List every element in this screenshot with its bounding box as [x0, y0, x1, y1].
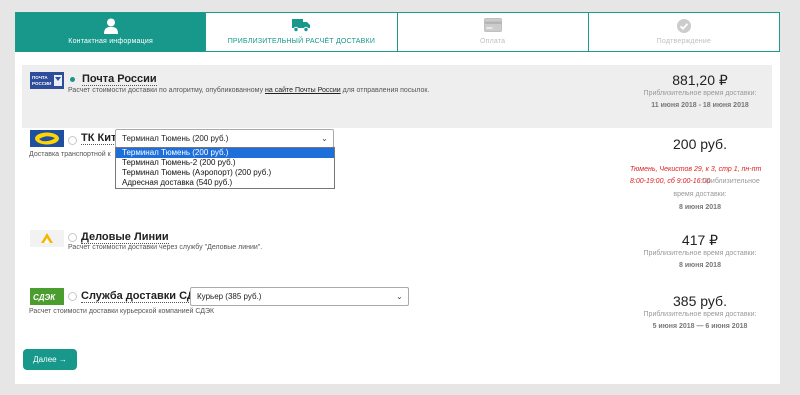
delivery-time-label: Приблизительное время доставки: [643, 311, 757, 318]
price-cdek: 385 руб. [673, 293, 727, 309]
step-label: Оплата [479, 38, 506, 45]
step-confirm[interactable]: Подтверждение [588, 12, 780, 52]
dl-logo [30, 230, 64, 247]
carrier-desc-pochta: Расчет стоимости доставки по алгоритму, … [68, 87, 429, 94]
checkout-panel: Контактная информация ПРИБЛИЗИТЕЛЬНЫЙ РА… [15, 12, 780, 384]
dropdown-option[interactable]: Адресная доставка (540 руб.) [116, 178, 334, 188]
kit-logo [30, 130, 64, 147]
kit-terminal-address: Тюмень, Чекистов 29, к 3, стр 1, пн-пт [630, 166, 762, 173]
carrier-desc-cdek: Расчет стоимости доставки курьерской ком… [29, 308, 215, 315]
price-dl: 417 ₽ [681, 232, 719, 248]
delivery-time-label: Приблизительное время доставки: [643, 90, 757, 97]
svg-text:ПОЧТА: ПОЧТА [32, 75, 48, 80]
checkout-steps: Контактная информация ПРИБЛИЗИТЕЛЬНЫЙ РА… [15, 12, 780, 52]
radio-cdek[interactable] [68, 292, 77, 301]
carrier-name-kit: ТК Кит [81, 132, 117, 145]
step-payment[interactable]: Оплата [397, 12, 589, 52]
truck-icon [292, 18, 311, 37]
user-icon [103, 18, 118, 39]
pochta-logo: ПОЧТА РОССИИ [30, 72, 64, 89]
kit-terminal-dropdown: Терминал Тюмень (200 руб.) Терминал Тюме… [115, 147, 335, 189]
delivery-date-cdek: 5 июня 2018 — 6 июня 2018 [652, 323, 748, 330]
carrier-name-pochta: Почта России [82, 73, 157, 86]
svg-text:РОССИИ: РОССИИ [32, 81, 51, 86]
chevron-down-icon: ⌄ [321, 134, 328, 143]
card-icon [483, 18, 502, 37]
radio-kit[interactable] [68, 136, 77, 145]
desc-text: для отправления посылок. [340, 87, 430, 94]
delivery-date-dl: 8 июня 2018 [679, 262, 721, 269]
kit-terminal-select[interactable]: Терминал Тюмень (200 руб.) ⌄ [115, 129, 334, 148]
next-button[interactable]: Далее → [23, 349, 77, 370]
desc-text: Расчет стоимости доставки по алгоритму, … [68, 87, 266, 94]
step-label: Контактная информация [68, 38, 153, 45]
cdek-logo: СДЭК [30, 288, 64, 305]
svg-text:СДЭК: СДЭК [33, 293, 56, 302]
radio-pochta[interactable] [68, 75, 77, 84]
check-icon [676, 18, 692, 39]
carrier-desc-kit: Доставка транспортной к [29, 151, 111, 158]
delivery-date-pochta: 11 июня 2018 - 18 июня 2018 [651, 102, 749, 109]
step-label: Подтверждение [656, 38, 712, 45]
delivery-time-label: Приблизительное [702, 178, 760, 185]
cdek-delivery-select[interactable]: Курьер (385 руб.) ⌄ [190, 287, 409, 306]
kit-terminal-hours: 8:00-19:00, сб 9:00-16:00 [630, 178, 711, 185]
carrier-name-dl: Деловые Линии [81, 231, 169, 244]
step-delivery[interactable]: ПРИБЛИЗИТЕЛЬНЫЙ РАСЧЁТ ДОСТАВКИ [206, 12, 398, 52]
dropdown-option[interactable]: Терминал Тюмень (Аэропорт) (200 руб.) [116, 168, 334, 178]
delivery-time-label: Приблизительное время доставки: [643, 250, 757, 257]
select-value: Курьер (385 руб.) [197, 292, 262, 301]
radio-dl[interactable] [68, 233, 77, 242]
select-value: Терминал Тюмень (200 руб.) [122, 134, 229, 143]
pochta-site-link[interactable]: на сайте Почты России [265, 87, 341, 94]
delivery-date-kit: 8 июня 2018 [679, 204, 721, 211]
carrier-desc-dl: Расчет стоимости доставки через службу "… [68, 244, 263, 251]
delivery-time-label: время доставки: [673, 191, 727, 198]
step-contact[interactable]: Контактная информация [15, 12, 207, 52]
chevron-down-icon: ⌄ [396, 292, 403, 301]
step-label: ПРИБЛИЗИТЕЛЬНЫЙ РАСЧЁТ ДОСТАВКИ [227, 38, 376, 45]
dropdown-option[interactable]: Терминал Тюмень-2 (200 руб.) [116, 158, 334, 168]
price-kit: 200 руб. [673, 136, 727, 152]
price-pochta: 881,20 ₽ [672, 72, 728, 88]
dropdown-option[interactable]: Терминал Тюмень (200 руб.) [116, 148, 334, 158]
